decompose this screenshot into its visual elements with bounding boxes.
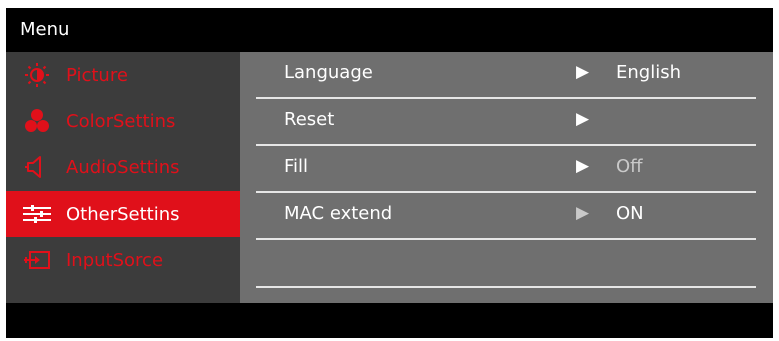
input-source-icon: [22, 247, 52, 273]
sidebar-item-label: OtherSettins: [66, 203, 180, 225]
setting-label: MAC extend: [284, 203, 393, 224]
sidebar-item-colorsettins[interactable]: ColorSettins: [6, 98, 240, 144]
setting-value: English: [616, 62, 681, 83]
setting-row-language[interactable]: Language ▶ English: [256, 52, 756, 97]
sidebar: Picture ColorSettins AudioSettins OtherS…: [6, 52, 240, 303]
row-divider: [256, 286, 756, 288]
arrow-right-icon: ▶: [576, 109, 590, 129]
setting-label: Reset: [284, 109, 335, 130]
setting-row-fill[interactable]: Fill ▶ Off: [256, 146, 756, 191]
sidebar-item-label: ColorSettins: [66, 110, 176, 132]
speaker-icon: [22, 154, 52, 180]
arrow-right-icon: ▶: [576, 156, 590, 176]
bottom-bar: [6, 303, 773, 338]
osd-menu: Menu Picture ColorSettins AudioSettins O…: [6, 8, 773, 338]
menu-title: Menu: [20, 19, 70, 40]
setting-value: ON: [616, 203, 644, 224]
sidebar-item-audiosettins[interactable]: AudioSettins: [6, 144, 240, 190]
setting-label: Language: [284, 62, 373, 83]
sidebar-item-inputsorce[interactable]: InputSorce: [6, 237, 240, 283]
sidebar-item-othersettins[interactable]: OtherSettins: [6, 191, 240, 237]
sidebar-item-picture[interactable]: Picture: [6, 52, 240, 98]
setting-row-reset[interactable]: Reset ▶: [256, 99, 756, 144]
row-divider: [256, 238, 756, 240]
sliders-icon: [22, 201, 52, 227]
setting-value: Off: [616, 156, 643, 177]
settings-panel: Language ▶ English Reset ▶ Fill ▶ Off MA…: [240, 52, 773, 303]
menu-title-bar: Menu: [6, 8, 773, 52]
setting-row-mac-extend[interactable]: MAC extend ▶ ON: [256, 193, 756, 238]
arrow-right-icon: ▶: [576, 62, 590, 82]
sidebar-item-label: AudioSettins: [66, 156, 180, 178]
sidebar-item-label: InputSorce: [66, 249, 164, 271]
setting-label: Fill: [284, 156, 309, 177]
brightness-icon: [22, 62, 52, 88]
sidebar-item-label: Picture: [66, 64, 128, 86]
color-circles-icon: [22, 108, 52, 134]
arrow-right-icon: ▶: [576, 203, 590, 223]
